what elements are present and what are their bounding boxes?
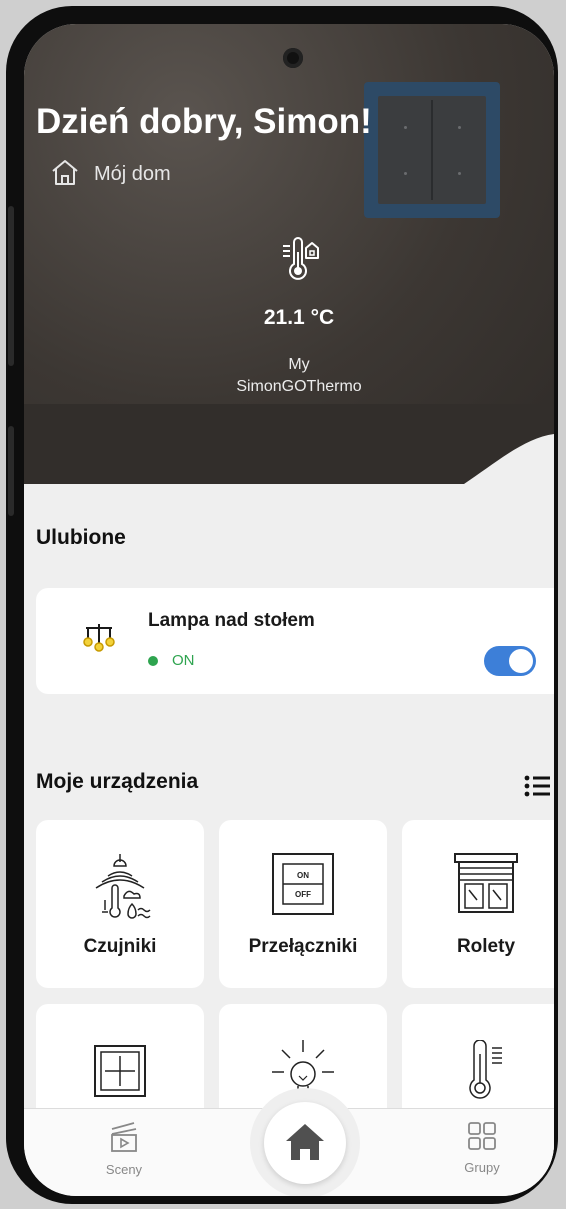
devices-title: Moje urządzenia (36, 770, 199, 793)
phone-frame: Dzień dobry, Simon! Mój dom 21.1 °C My S… (6, 6, 558, 1204)
sensors-icon (36, 852, 204, 933)
groups-icon (467, 1122, 497, 1155)
house-icon (50, 158, 80, 191)
home-label: Mój dom (94, 163, 171, 185)
device-tile-label: Rolety (456, 936, 516, 957)
list-view-icon[interactable] (524, 774, 550, 803)
thermometer-icon (402, 1039, 554, 1109)
toggle-knob (509, 649, 533, 673)
thermostat-name-line2: SimonGOThermo (236, 378, 362, 395)
home-selector[interactable]: Mój dom (50, 158, 171, 191)
status-dot-icon (148, 655, 158, 666)
power-button (8, 426, 14, 516)
device-tile-switches[interactable]: ON OFF Przełączniki (219, 820, 387, 988)
socket-frame-icon (36, 1044, 204, 1103)
device-tile-label: Czujniki (83, 936, 157, 957)
favorite-power-toggle[interactable] (484, 646, 536, 676)
favorite-device-name: Lampa nad stołem (148, 610, 315, 631)
volume-button (8, 206, 14, 366)
switch-icon: ON OFF (219, 852, 387, 921)
device-tile-label: Przełączniki (248, 936, 358, 957)
switch-on-text: ON (297, 871, 309, 880)
nav-scenes-label: Sceny (105, 1162, 143, 1177)
nav-scenes[interactable]: Sceny (64, 1121, 184, 1177)
thermostat-name[interactable]: My SimonGOThermo (24, 354, 554, 398)
device-tile-sensors[interactable]: Czujniki (36, 820, 204, 988)
nav-groups-label: Grupy (464, 1160, 500, 1175)
chandelier-icon (82, 622, 116, 657)
status-text: ON (172, 652, 195, 669)
thermostat-icon (280, 236, 320, 289)
scenes-icon (109, 1122, 139, 1157)
thermostat-name-line1: My (288, 356, 310, 373)
nav-groups[interactable]: Grupy (422, 1121, 542, 1175)
wall-switch-photo (364, 82, 500, 218)
home-button[interactable] (264, 1102, 346, 1184)
hero-curve (24, 404, 554, 494)
favorite-card[interactable]: Lampa nad stołem ON (36, 588, 554, 694)
favorites-title: Ulubione (36, 526, 126, 549)
temperature-value: 21.1 °C (263, 306, 335, 329)
switch-off-text: OFF (295, 890, 311, 899)
app-screen: Dzień dobry, Simon! Mój dom 21.1 °C My S… (24, 24, 554, 1196)
favorite-device-status: ON (148, 652, 195, 669)
device-tile-blinds[interactable]: Rolety (402, 820, 554, 988)
blinds-icon (402, 852, 554, 921)
greeting-title: Dzień dobry, Simon! (36, 102, 372, 141)
front-camera (283, 48, 303, 68)
